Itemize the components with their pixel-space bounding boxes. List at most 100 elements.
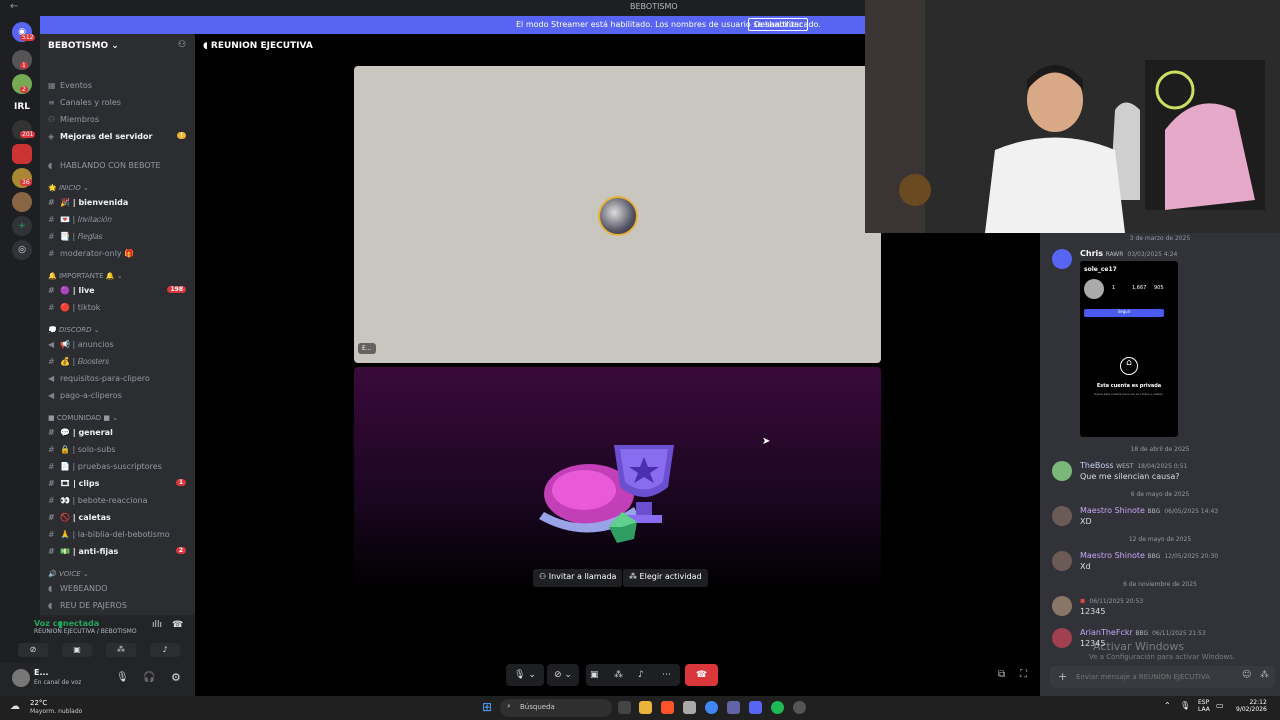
message-author[interactable]: Maestro Shinote <box>1080 551 1145 560</box>
category-label: IMPORTANTE <box>58 272 104 280</box>
network-icon[interactable]: ▭ <box>1216 701 1224 710</box>
chat-message-input[interactable] <box>1076 670 1236 684</box>
channel-invitacion[interactable]: # 💌 | 𝐼𝑛𝑣𝑖𝑡𝑎𝑐𝑖𝑜́𝑛 <box>48 215 194 230</box>
channel-anti-fijas[interactable]: # 💵 | anti-fijas 2 <box>48 547 194 562</box>
server-irl-icon[interactable]: IRL <box>12 97 32 117</box>
calculator-icon[interactable] <box>683 701 696 714</box>
tray-chevron-icon[interactable]: ⌃ <box>1164 701 1171 710</box>
tray-mic-icon[interactable]: 🎙 <box>1180 701 1190 710</box>
microphone-icon[interactable]: 🎙 <box>116 672 129 683</box>
invite-to-call-button[interactable]: ⚇ Invitar a llamada <box>533 569 623 587</box>
teams-icon[interactable] <box>727 701 740 714</box>
add-attachment-icon[interactable]: + <box>1058 670 1067 683</box>
category-comunidad[interactable]: ■ COMUNIDAD ■ ⌄ <box>48 414 194 429</box>
message-text: 12345 <box>1080 607 1106 616</box>
avatar[interactable] <box>12 669 30 687</box>
participant-tile[interactable]: E... <box>354 66 881 363</box>
noise-suppression-icon[interactable]: ıllı <box>152 620 162 630</box>
channel-bienvenida[interactable]: # 🎉 | bienvenida <box>48 198 194 213</box>
server-bebotismo-icon[interactable] <box>12 144 32 164</box>
sidebar-item-server-boost[interactable]: ◈ Mejoras del servidor! <box>48 132 194 147</box>
discord-icon[interactable] <box>749 701 762 714</box>
message-author[interactable]: ArianTheFckr <box>1080 628 1133 637</box>
app-icon[interactable] <box>793 701 806 714</box>
chrome-icon[interactable] <box>705 701 718 714</box>
message-author[interactable]: TheBoss <box>1080 461 1114 470</box>
avatar[interactable] <box>1052 596 1072 616</box>
activities-button[interactable]: ⁂ <box>106 643 136 657</box>
avatar[interactable] <box>1052 551 1072 571</box>
channel-clips[interactable]: # 🎞 | clips 1 <box>48 479 194 494</box>
keyboard-language[interactable]: ESP LAA <box>1198 699 1210 713</box>
brave-icon[interactable] <box>661 701 674 714</box>
video-off-button[interactable]: ⊘ <box>18 643 48 657</box>
soundboard-button[interactable]: ♪ <box>150 643 180 657</box>
emoji-icon[interactable]: ☺ <box>1242 670 1251 680</box>
message-author[interactable]: Chris <box>1080 249 1103 258</box>
sidebar-item-channels-roles[interactable]: ≡ Canales y roles <box>48 98 194 113</box>
sidebar-item-members[interactable]: ⚇ Miembros <box>48 115 194 130</box>
apps-icon[interactable]: ⁂ <box>1260 670 1269 680</box>
avatar[interactable] <box>1052 628 1072 648</box>
fullscreen-icon[interactable]: ⛶ <box>1020 669 1027 680</box>
voice-channel-webeando[interactable]: ◖ WEBEANDO <box>48 584 194 599</box>
channel-reglas[interactable]: # 📑 | 𝑅𝑒𝑔𝑙𝑎𝑠 <box>48 232 194 247</box>
channel-live[interactable]: # 🟣 | live 198 <box>48 286 194 301</box>
activities-icon[interactable]: ⁂ <box>614 664 623 686</box>
back-arrow-icon[interactable]: ← <box>10 1 18 12</box>
task-view-icon[interactable] <box>618 701 631 714</box>
category-discord[interactable]: 💭 DISCORD ⌄ <box>48 326 194 341</box>
disconnect-icon[interactable]: ☎ <box>172 620 183 630</box>
channel-boosters[interactable]: # 💰 | 𝐵𝑜𝑜𝑠𝑡𝑒𝑟𝑠 <box>48 357 194 372</box>
message-text: XD <box>1080 517 1092 526</box>
message-author[interactable]: Maestro Shinote <box>1080 506 1145 515</box>
channel-tiktok[interactable]: # 🔴 | tiktok <box>48 303 194 318</box>
gear-icon[interactable]: ⚙ <box>171 671 181 684</box>
embed-stat-following: 905 <box>1154 285 1164 291</box>
server-name-header[interactable]: BEBOTISMO ⌄ <box>48 41 119 51</box>
streamer-hidden-name[interactable]: ▪ <box>1080 596 1085 605</box>
embed-username: sole_ce17 <box>1084 266 1117 273</box>
channel-anuncios[interactable]: ◀ 📢 | anuncios <box>48 340 194 355</box>
category-importante[interactable]: 🔔 IMPORTANTE 🔔 ⌄ <box>48 272 194 287</box>
file-explorer-icon[interactable] <box>639 701 652 714</box>
start-icon[interactable]: ⊞ <box>482 700 492 714</box>
category-voice[interactable]: 🔊 VOICE ⌄ <box>48 570 194 585</box>
channel-pruebas[interactable]: # 📄 | pruebas-suscriptores <box>48 462 194 477</box>
voice-channel-reu-pajeros[interactable]: ◖ REU DE PAJEROS <box>48 601 194 616</box>
popout-icon[interactable]: ⧉ <box>998 669 1005 680</box>
taskbar-search[interactable]: ⌕ Búsqueda <box>500 699 612 717</box>
avatar[interactable] <box>1052 506 1072 526</box>
explore-icon[interactable]: ◎ <box>12 240 32 260</box>
category-inicio[interactable]: 🌟 INICIO ⌄ <box>48 184 194 199</box>
headphones-icon[interactable]: 🎧 <box>143 672 155 683</box>
channel-moderator-only[interactable]: # moderator-only 🎁 <box>48 249 194 264</box>
channel-pago[interactable]: ◀ pago-a-cliperos <box>48 391 194 406</box>
channel-general[interactable]: # 💬 | general <box>48 428 194 443</box>
invite-person-icon[interactable]: ⚇ <box>178 40 186 50</box>
taskbar-clock[interactable]: 22:12 9/02/2026 <box>1236 699 1267 713</box>
channel-requisitos[interactable]: ◀ requisitos-para-clipero <box>48 374 194 389</box>
channel-biblia[interactable]: # 🙏 | la-biblia-del-bebotismo <box>48 530 194 545</box>
disconnect-button[interactable]: ☎ <box>685 664 718 686</box>
image-attachment[interactable]: sole_ce17 1 1,667 905 Seguir ⌂ Esta cuen… <box>1080 261 1178 437</box>
camera-toggle[interactable]: ⊘ ⌄ <box>547 664 579 686</box>
avatar[interactable] <box>1052 461 1072 481</box>
soundboard-icon[interactable]: ♪ <box>638 664 644 686</box>
microphone-toggle[interactable]: 🎙 ⌄ <box>506 664 544 686</box>
spotify-icon[interactable] <box>771 701 784 714</box>
more-icon[interactable]: ⋯ <box>662 664 671 686</box>
screen-share-button[interactable]: ▣ <box>62 643 92 657</box>
sidebar-item-events[interactable]: ▦ Eventos <box>48 81 194 96</box>
server-icon[interactable] <box>12 192 32 212</box>
weather-icon[interactable]: ☁ <box>10 701 20 712</box>
sidebar-item-hablando[interactable]: ◖ HABLANDO CON BEBOTE <box>48 161 194 176</box>
choose-activity-button[interactable]: ⁂ Elegir actividad <box>623 569 708 587</box>
channel-bebote-reacciona[interactable]: # 👀 | bebote-reacciona <box>48 496 194 511</box>
disable-streamer-button[interactable]: Deshabilitar <box>748 18 809 31</box>
screen-share-icon[interactable]: ▣ <box>590 664 599 686</box>
avatar[interactable] <box>1052 249 1072 269</box>
channel-solo-subs[interactable]: # 🔒 | solo-subs <box>48 445 194 460</box>
channel-caletas[interactable]: # 🚫 | caletas <box>48 513 194 528</box>
add-server-icon[interactable]: + <box>12 216 32 236</box>
